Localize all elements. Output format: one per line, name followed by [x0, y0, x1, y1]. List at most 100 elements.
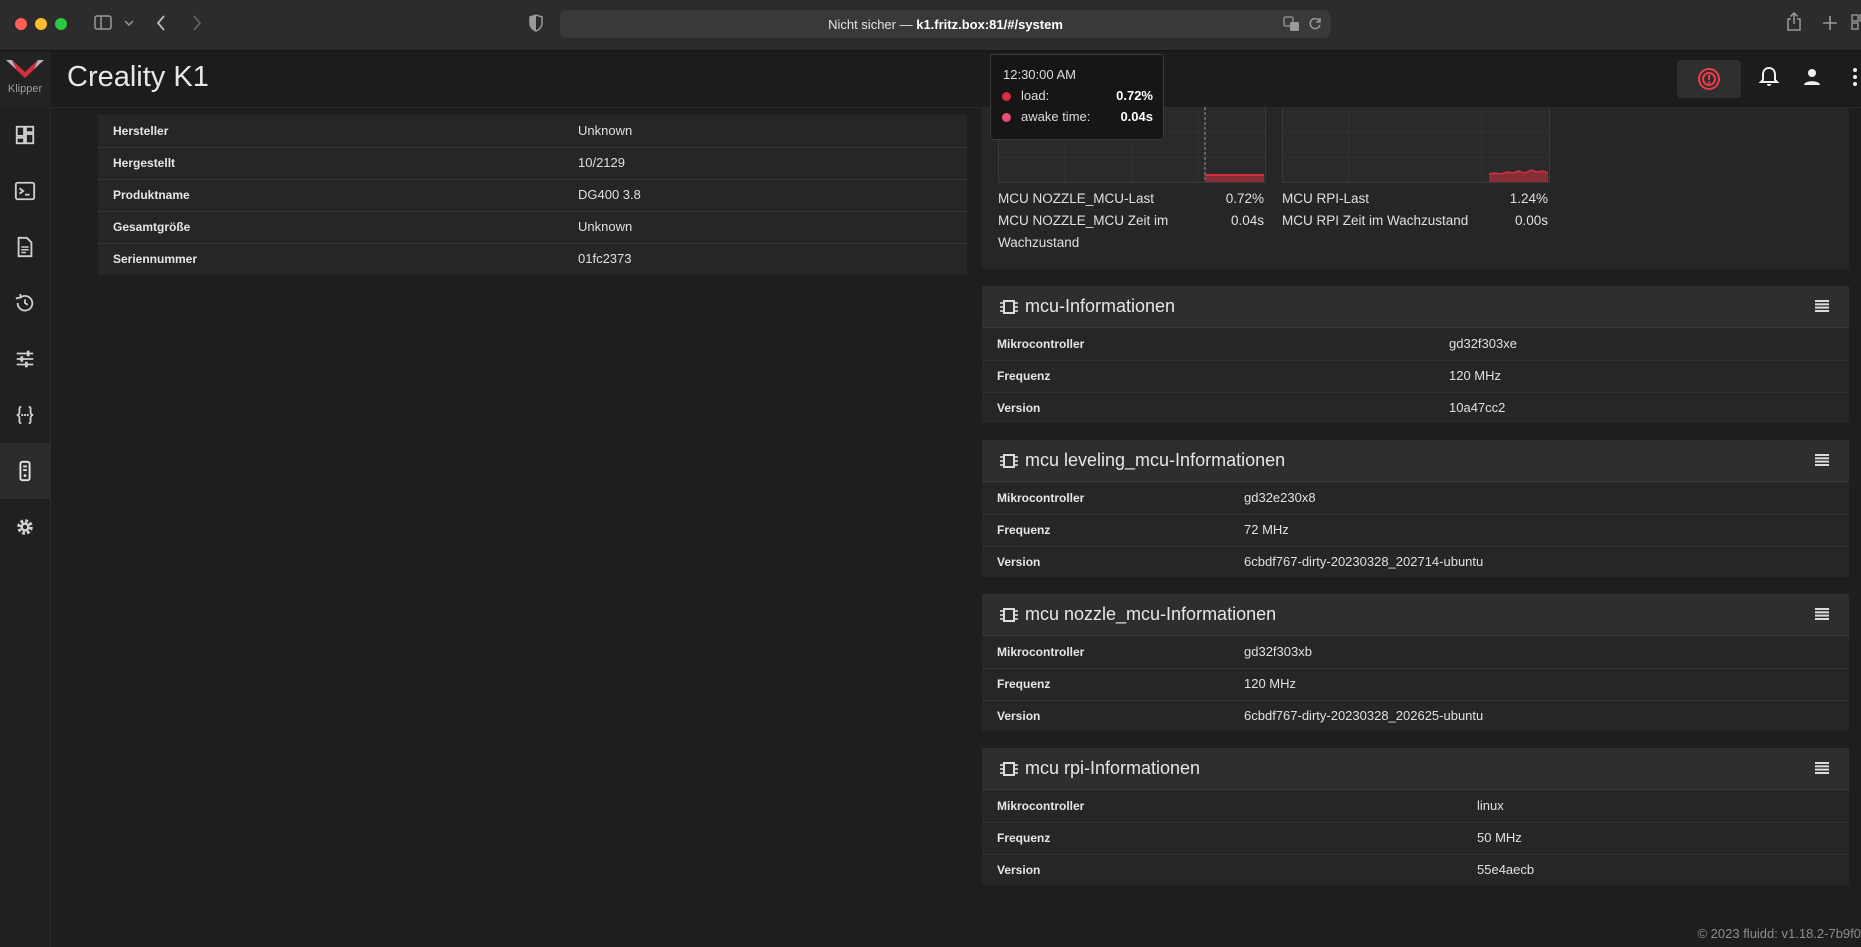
alert-octagon-icon	[1698, 68, 1720, 90]
new-tab-icon[interactable]	[1823, 16, 1837, 30]
info-row: Mikrocontroller gd32f303xe	[982, 328, 1849, 361]
load-area	[1205, 175, 1264, 182]
chip-icon	[1000, 454, 1018, 468]
info-row: Version 55e4aecb	[982, 854, 1849, 886]
info-value: Unknown	[578, 123, 633, 138]
nav-system[interactable]	[0, 443, 50, 499]
klipper-logo[interactable]: Klipper	[0, 51, 50, 107]
tooltip-load-label: load:	[1021, 88, 1050, 103]
info-row: Frequenz 120 MHz	[982, 360, 1849, 393]
card-title: mcu rpi-Informationen	[1025, 758, 1201, 778]
info-value: gd32e230x8	[1244, 490, 1316, 505]
info-label: Frequenz	[997, 523, 1051, 537]
tab-overview-icon[interactable]	[1851, 14, 1861, 30]
info-row: Hergestellt 10/2129	[98, 147, 967, 180]
rpi-awake-value: 0.00s	[1514, 213, 1548, 228]
nav-console[interactable]	[0, 163, 50, 219]
tune-icon	[16, 350, 34, 368]
info-value: Unknown	[578, 219, 633, 234]
address-bar[interactable]: Nicht sicher — k1.fritz.box:81/#/system	[560, 10, 1331, 38]
info-label: Mikrocontroller	[997, 645, 1085, 659]
info-value: 01fc2373	[578, 251, 632, 266]
console-icon	[14, 181, 36, 201]
info-value: 6cbdf767-dirty-20230328_202714-ubuntu	[1244, 554, 1484, 569]
nav-configuration[interactable]	[0, 387, 50, 443]
code-braces-icon	[16, 405, 34, 425]
mcu-info-card: mcu rpi-Informationen Mikrocontroller lin…	[982, 748, 1849, 885]
menu-icon[interactable]	[1815, 300, 1829, 312]
card-header: mcu rpi-Informationen	[982, 748, 1849, 790]
maximize-window-button[interactable]	[55, 18, 67, 30]
nav-dashboard[interactable]	[0, 107, 50, 163]
close-window-button[interactable]	[15, 18, 27, 30]
reload-icon[interactable]	[1308, 17, 1322, 31]
nozzle-awake-label: MCU NOZZLE_MCU Zeit im	[998, 213, 1169, 228]
info-label: Version	[997, 709, 1041, 723]
info-value: 72 MHz	[1244, 522, 1289, 537]
card-title: mcu nozzle_mcu-Informationen	[1025, 604, 1277, 624]
nozzle-load-value: 0.72%	[1225, 191, 1264, 206]
translate-icon[interactable]	[1283, 16, 1301, 32]
share-icon[interactable]	[1786, 12, 1802, 32]
footer-version: © 2023 fluidd: v1.18.2-7b9f0	[1697, 926, 1861, 941]
account-icon[interactable]	[1800, 65, 1824, 89]
privacy-shield-icon[interactable]	[529, 14, 543, 32]
sd-card-info-panel: Hersteller Unknown Hergestellt 10/2129 P…	[98, 115, 967, 275]
minimize-window-button[interactable]	[35, 18, 47, 30]
browser-toolbar: Nicht sicher — k1.fritz.box:81/#/system	[0, 0, 1861, 51]
info-value: 120 MHz	[1244, 676, 1297, 691]
tooltip-awake-value: 0.04s	[1120, 109, 1153, 124]
more-vert-icon[interactable]	[1849, 65, 1861, 89]
rpi-awake-label: MCU RPI Zeit im Wachzustand	[1282, 213, 1469, 228]
awake-series-dot	[1002, 113, 1011, 122]
rpi-load-label: MCU RPI-Last	[1282, 191, 1370, 206]
app-header: Klipper Creality K1	[0, 51, 1861, 108]
info-row: Mikrocontroller gd32f303xb	[982, 636, 1849, 669]
bell-icon[interactable]	[1757, 65, 1781, 89]
info-row: Version 6cbdf767-dirty-20230328_202714-ub…	[982, 546, 1849, 578]
forward-icon[interactable]	[192, 15, 202, 31]
info-label: Mikrocontroller	[997, 491, 1085, 505]
info-label: Frequenz	[997, 369, 1051, 383]
sidebar-toggle-icon[interactable]	[94, 15, 112, 31]
logo-label: Klipper	[7, 83, 43, 95]
menu-icon[interactable]	[1815, 762, 1829, 774]
info-label: Gesamtgröße	[113, 220, 191, 234]
nav-history[interactable]	[0, 275, 50, 331]
nav-jobs[interactable]	[0, 219, 50, 275]
info-value: 120 MHz	[1449, 368, 1502, 383]
info-label: Hersteller	[113, 124, 169, 138]
card-title: mcu-Informationen	[1025, 296, 1176, 316]
info-label: Mikrocontroller	[997, 337, 1085, 351]
tooltip-time: 12:30:00 AM	[1003, 67, 1076, 82]
chip-icon	[1000, 608, 1018, 622]
info-label: Hergestellt	[113, 156, 176, 170]
file-icon	[17, 236, 33, 258]
chevron-down-icon[interactable]	[124, 19, 134, 27]
rpi-mcu-load-chart	[1282, 107, 1550, 183]
dashboard-icon	[15, 125, 35, 145]
info-label: Version	[997, 863, 1041, 877]
info-value: 55e4aecb	[1477, 862, 1535, 877]
nav-settings[interactable]	[0, 499, 50, 555]
tooltip-awake-label: awake time:	[1021, 109, 1091, 124]
info-row: Version 6cbdf767-dirty-20230328_202625-ub…	[982, 700, 1849, 732]
info-value: 10/2129	[578, 155, 625, 170]
info-value: 6cbdf767-dirty-20230328_202625-ubuntu	[1244, 708, 1484, 723]
menu-icon[interactable]	[1815, 454, 1829, 466]
mcu-info-card: mcu-Informationen Mikrocontroller gd32f30…	[982, 286, 1849, 423]
chip-icon	[1000, 300, 1018, 314]
info-label: Produktname	[113, 188, 190, 202]
info-value: 50 MHz	[1477, 830, 1522, 845]
back-icon[interactable]	[156, 15, 166, 31]
card-title: mcu leveling_mcu-Informationen	[1025, 450, 1286, 470]
card-header: mcu leveling_mcu-Informationen	[982, 440, 1849, 482]
info-value: gd32f303xe	[1449, 336, 1517, 351]
emergency-stop-button[interactable]	[1677, 60, 1741, 98]
nav-tune[interactable]	[0, 331, 50, 387]
info-row: Mikrocontroller gd32e230x8	[982, 482, 1849, 515]
menu-icon[interactable]	[1815, 608, 1829, 620]
nozzle-load-label: MCU NOZZLE_MCU-Last	[998, 191, 1155, 206]
info-value: 10a47cc2	[1449, 400, 1506, 415]
page-title: Creality K1	[67, 61, 209, 93]
